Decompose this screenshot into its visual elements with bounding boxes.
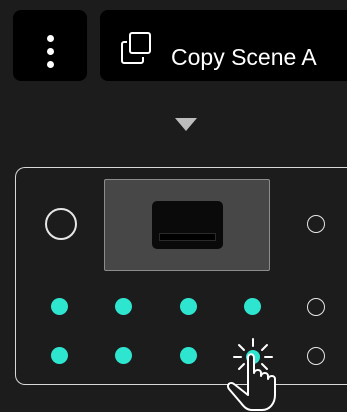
pad: [115, 347, 132, 364]
menu-dot: [47, 61, 54, 68]
screen-display: [152, 201, 223, 249]
tap-hand-icon: [226, 338, 276, 411]
side-button: [307, 347, 325, 365]
pad: [51, 298, 68, 315]
menu-dot: [47, 48, 54, 55]
device-screen: [104, 179, 270, 271]
copy-scene-button[interactable]: Copy Scene A: [100, 10, 347, 81]
pad: [180, 298, 197, 315]
menu-dot: [47, 35, 54, 42]
more-options-button[interactable]: [13, 10, 87, 81]
copy-icon: [121, 32, 151, 64]
copy-scene-label: Copy Scene A: [171, 44, 317, 70]
side-button: [307, 215, 325, 233]
pad: [180, 347, 197, 364]
pad: [244, 298, 261, 315]
screen-bar: [159, 233, 216, 241]
pad: [115, 298, 132, 315]
side-button: [307, 298, 325, 316]
triangle-down-icon: [175, 118, 197, 131]
pad: [51, 347, 68, 364]
scene-copy-screen: Copy Scene A: [0, 0, 347, 412]
knob-icon: [45, 208, 77, 240]
